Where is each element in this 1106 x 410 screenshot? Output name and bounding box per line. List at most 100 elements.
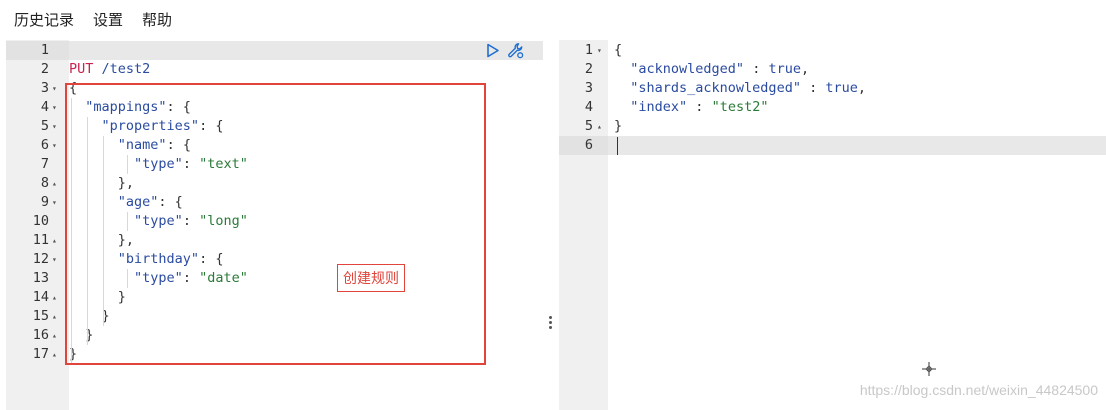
request-code-area[interactable]: PUT /test2{ "mappings": { "properties": … [69,40,543,410]
fold-collapse-icon[interactable]: ▾ [52,193,57,212]
code-line: } [69,345,543,364]
code-token: } [614,118,623,134]
indent-guide [103,136,104,326]
wrench-icon[interactable] [507,42,524,59]
code-line: "birthday": { [69,250,543,269]
line-number: 1 [40,42,49,58]
code-line: "age": { [69,193,543,212]
code-token: true [825,80,858,96]
code-token: : [687,99,712,115]
code-line: "type": "text" [69,155,543,174]
code-token: , [857,80,866,96]
line-number: 3 [40,80,49,96]
code-token: : { [166,99,191,115]
menu-settings[interactable]: 设置 [93,0,123,40]
line-number: 4 [40,99,49,115]
code-token: : { [166,137,191,153]
code-token: }, [117,232,135,248]
line-number: 2 [584,61,593,77]
menu-bar: 历史记录 设置 帮助 [0,0,1106,40]
code-token: "type" [134,156,183,172]
code-line: { [69,79,543,98]
line-number: 14 [32,289,49,305]
fold-expand-icon[interactable]: ▴ [52,345,57,364]
code-line: "type": "date" [69,269,543,288]
fold-expand-icon[interactable]: ▴ [52,326,57,345]
line-number: 6 [40,137,49,153]
line-number: 16 [32,327,49,343]
fold-expand-icon[interactable]: ▴ [52,231,57,250]
fold-collapse-icon[interactable]: ▾ [52,250,57,269]
response-editor[interactable]: 1 ▾ 2 3 4 5 ▴ 6 { "acknowledged" : true, "shard… [559,40,1106,410]
fold-expand-icon[interactable]: ▴ [52,307,57,326]
code-line: "mappings": { [69,98,543,117]
code-token: "shards_acknowledged" [630,80,801,96]
text-cursor [617,137,618,155]
code-token: "text" [199,156,248,172]
line-number: 7 [40,156,49,172]
code-line: "index" : "test2" [608,98,1106,117]
code-line: "name": { [69,136,543,155]
indent-guide [127,269,128,288]
line-number: 4 [584,99,593,115]
code-token: , [800,61,810,77]
code-token: : { [199,251,224,267]
code-token: { [69,80,78,96]
code-line: }, [69,174,543,193]
code-line: } [608,117,1106,136]
indent-guide [127,212,128,231]
panel-resizer[interactable] [543,40,559,410]
code-token: "age" [117,194,159,210]
code-token: "birthday" [117,251,200,267]
code-token: : [182,270,200,286]
code-token: "test2" [711,99,769,115]
fold-collapse-icon[interactable]: ▾ [52,117,57,136]
fold-expand-icon[interactable]: ▴ [52,174,57,193]
code-token: "long" [199,213,248,229]
line-number: 17 [32,346,49,362]
line-number: 6 [584,137,593,153]
line-number: 8 [40,175,49,191]
crosshair-cursor-icon [922,362,936,376]
code-token: : [744,61,769,77]
fold-collapse-icon[interactable]: ▾ [52,98,57,117]
menu-help[interactable]: 帮助 [142,0,172,40]
request-gutter: 1 2 3 ▾ 4 ▾ 5 ▾ 6 ▾ 7 8 ▴ 9 ▾ 10 11 ▴ 12 ▾ 13 14 ▴ 15 ▴ 16 ▴ 17 ▴ [6,40,69,410]
fold-expand-icon[interactable]: ▴ [52,288,57,307]
code-token: "acknowledged" [630,61,745,77]
code-line: "acknowledged" : true, [608,60,1106,79]
request-editor[interactable]: 1 2 3 ▾ 4 ▾ 5 ▾ 6 ▾ 7 8 ▴ 9 ▾ 10 11 ▴ 12 ▾ 13 14 ▴ 15 ▴ 16 ▴ 17 ▴ PU… [0,40,543,410]
code-line: "type": "long" [69,212,543,231]
line-number: 15 [32,308,49,324]
line-number: 5 [584,118,593,134]
code-token: }, [117,175,135,191]
fold-collapse-icon[interactable]: ▾ [52,79,57,98]
fold-collapse-icon[interactable]: ▾ [52,136,57,155]
code-token: : [182,156,200,172]
code-token: : { [199,118,224,134]
code-line: } [69,288,543,307]
play-icon[interactable] [484,42,501,59]
fold-expand-icon[interactable]: ▴ [597,117,602,136]
line-number: 5 [40,118,49,134]
menu-history[interactable]: 历史记录 [14,0,74,40]
code-token: : { [158,194,183,210]
code-token: "mappings" [85,99,167,115]
fold-collapse-icon[interactable]: ▾ [597,41,602,60]
code-line: "shards_acknowledged" : true, [608,79,1106,98]
code-token: } [117,289,126,305]
code-token: "name" [117,137,167,153]
response-code-area[interactable]: { "acknowledged" : true, "shards_acknowl… [608,40,1106,410]
line-number: 11 [32,232,49,248]
code-token: : [182,213,200,229]
